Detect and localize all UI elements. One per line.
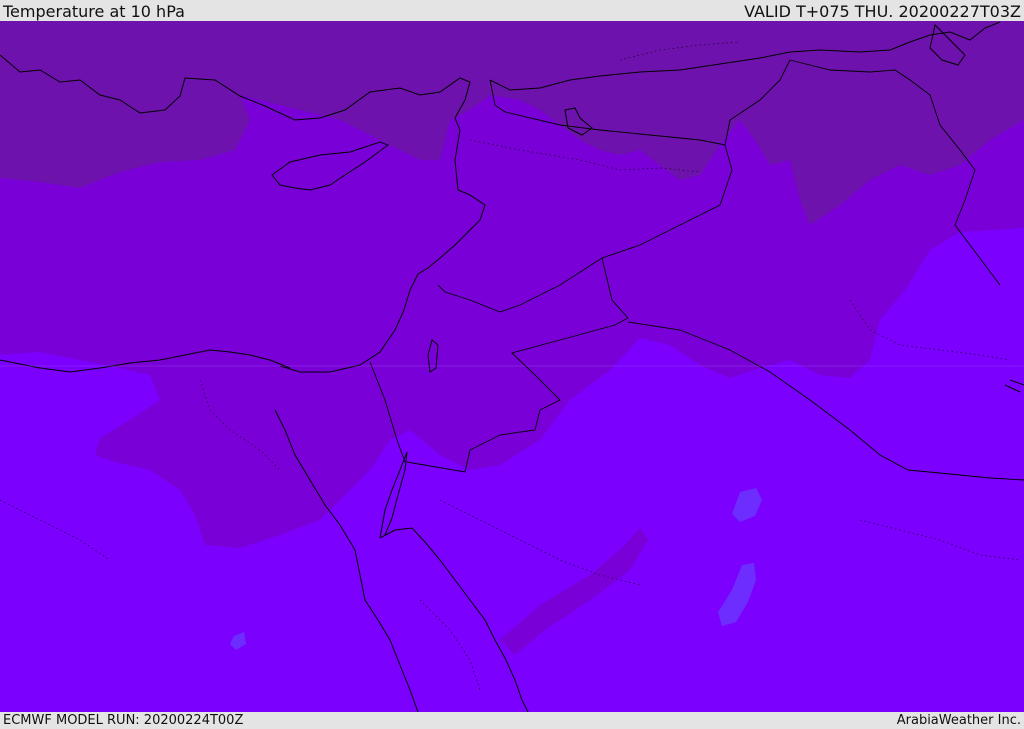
map-svg [0, 21, 1024, 712]
header-bar: Temperature at 10 hPa VALID T+075 THU. 2… [0, 0, 1024, 21]
model-run: ECMWF MODEL RUN: 20200224T00Z [3, 713, 244, 728]
credit: ArabiaWeather Inc. [896, 713, 1021, 728]
map-title: Temperature at 10 hPa [3, 2, 185, 21]
temperature-map [0, 21, 1024, 712]
footer-bar: ECMWF MODEL RUN: 20200224T00Z ArabiaWeat… [0, 712, 1024, 729]
valid-time: VALID T+075 THU. 20200227T03Z [744, 2, 1021, 21]
